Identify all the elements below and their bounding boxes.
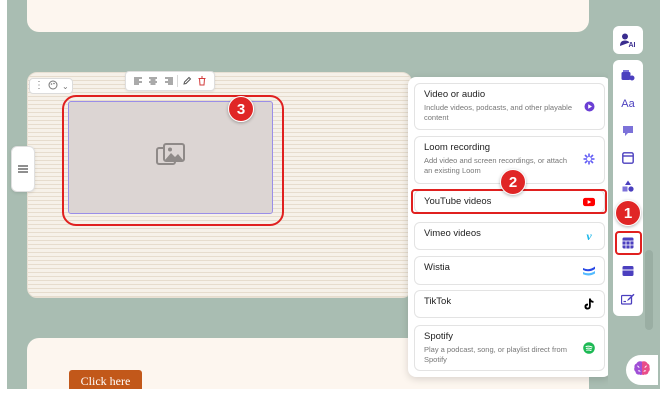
tiktok-icon [583,298,595,310]
ai-assistant-icon: AI [620,33,636,48]
card-icon[interactable] [619,149,637,167]
pencil-icon[interactable] [180,74,194,88]
loom-icon [583,153,595,165]
layout-icon[interactable] [619,262,637,280]
embed-item-title: Vimeo videos [424,228,481,239]
drag-handle-icon[interactable]: ⋮ [34,81,44,91]
side-panel-toggle[interactable] [11,146,35,192]
embed-item-description: Play a podcast, song, or playlist direct… [424,345,567,364]
shapes-icon[interactable] [619,177,637,195]
callout-badge-2: 2 [500,169,526,195]
palette-icon[interactable] [48,80,58,93]
media-icon[interactable] [619,67,637,85]
toolbar-divider [177,75,179,87]
embed-item-video-audio[interactable]: Video or audio Include videos, podcasts,… [414,83,605,130]
embed-item-title: Loom recording [424,142,491,153]
form-icon[interactable] [619,290,637,308]
brain-icon [633,360,651,381]
trash-icon[interactable] [195,74,209,88]
embed-item-vimeo[interactable]: Vimeo videos v [414,222,605,250]
scrollbar[interactable] [645,250,653,330]
embed-item-title: Wistia [424,262,450,273]
callout-highlight-1 [615,231,642,255]
align-right-icon[interactable] [162,74,176,88]
callout-badge-3: 3 [228,96,254,122]
wistia-icon [583,265,595,277]
embed-item-description: Include videos, podcasts, and other play… [424,103,573,122]
vimeo-icon: v [586,228,592,243]
assistant-bubble[interactable] [626,355,658,385]
menu-icon [18,160,28,178]
chevron-down-icon[interactable]: ⌄ [62,82,69,91]
embed-item-description: Add video and screen recordings, or atta… [424,156,568,175]
section-handle[interactable]: ⋮ ⌄ [29,78,73,94]
embed-item-title: TikTok [424,296,452,307]
window-edge [0,0,7,401]
ai-assistant-button[interactable]: AI [613,26,643,54]
spotify-icon [583,342,595,354]
embed-item-tiktok[interactable]: TikTok [414,290,605,318]
top-section-card [27,0,589,32]
embed-item-spotify[interactable]: Spotify Play a podcast, song, or playlis… [414,325,605,371]
text-label: Aa [621,98,635,110]
window-edge [0,389,660,401]
ai-label: AI [629,42,636,48]
embed-item-title: Spotify [424,331,454,342]
align-center-icon[interactable] [146,74,160,88]
embed-item-wistia[interactable]: Wistia [414,256,605,285]
text-icon[interactable]: Aa [619,95,637,113]
align-left-icon[interactable] [131,74,145,88]
image-toolbar [125,71,215,91]
callout-badge-1: 1 [615,200,641,226]
comment-icon[interactable] [619,122,637,140]
embed-item-title: Video or audio [424,89,486,100]
play-icon [583,100,595,112]
